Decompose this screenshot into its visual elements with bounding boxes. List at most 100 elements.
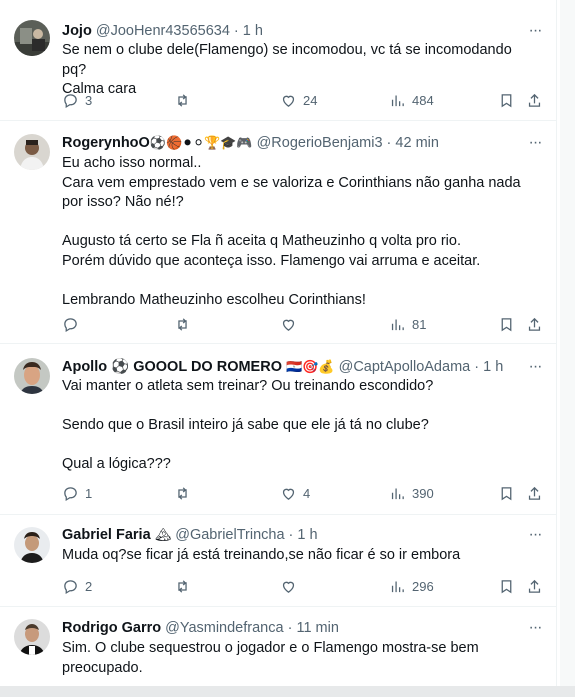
- timestamp[interactable]: 42 min: [395, 135, 439, 151]
- retweet-icon: [178, 486, 187, 500]
- timestamp[interactable]: 1 h: [483, 359, 503, 375]
- reply-count: 1: [85, 485, 93, 501]
- avatar[interactable]: [14, 134, 50, 170]
- avatar[interactable]: [14, 527, 50, 563]
- bookmark-icon: [501, 317, 512, 331]
- share-button[interactable]: [526, 576, 543, 596]
- display-name[interactable]: Rodrigo Garro: [62, 620, 161, 636]
- share-icon: [528, 317, 541, 331]
- share-icon: [528, 486, 541, 500]
- like-icon: [282, 319, 295, 331]
- tweet-jojo[interactable]: Jojo @JooHenr43565634 · 1 h ··· Se nem o…: [0, 0, 557, 121]
- tweet-header: Rodrigo Garro @Yasmindefranca · 11 min: [62, 618, 529, 638]
- views-icon: [391, 581, 404, 592]
- views-count: 296: [412, 578, 434, 594]
- avatar[interactable]: [14, 358, 50, 394]
- timestamp[interactable]: 1 h: [297, 527, 317, 543]
- user-handle[interactable]: @CaptApolloAdama: [339, 359, 471, 375]
- reply-button[interactable]: 3: [62, 90, 92, 110]
- like-button[interactable]: 4: [280, 483, 310, 503]
- views-icon: [391, 319, 404, 330]
- user-handle[interactable]: @JooHenr43565634: [96, 23, 230, 39]
- retweet-icon: [178, 317, 187, 331]
- user-handle[interactable]: @GabrielTrincha: [175, 527, 284, 543]
- tweet-text: Vai manter o atleta sem treinar? Ou trei…: [62, 378, 434, 472]
- name-emojis: ⚽🏀⚫⚪🏆🎓🎮: [149, 135, 253, 150]
- reply-icon: [64, 579, 77, 594]
- retweet-icon: [178, 93, 187, 107]
- tweet-apollo[interactable]: Apollo ⚽ GOOOL DO ROMERO 🇵🇾🎯💰 @CaptApoll…: [0, 344, 557, 515]
- avatar[interactable]: [14, 619, 50, 655]
- bookmark-icon: [501, 579, 512, 593]
- reply-thread: Jojo @JooHenr43565634 · 1 h ··· Se nem o…: [0, 0, 557, 697]
- reply-button[interactable]: 2: [62, 576, 92, 596]
- like-button[interactable]: 24: [280, 90, 317, 110]
- tweet-text: Eu acho isso normal.. Cara vem emprestad…: [62, 155, 521, 308]
- reply-icon: [64, 93, 77, 108]
- tweet-rogerynhoo[interactable]: RogerynhoO⚽🏀⚫⚪🏆🎓🎮 @RogerioBenjami3 · 42 …: [0, 121, 557, 344]
- tweet-actions: 3 24 484: [62, 90, 541, 110]
- timestamp[interactable]: 11 min: [296, 620, 338, 636]
- like-button[interactable]: [280, 314, 303, 334]
- timestamp[interactable]: 1 h: [243, 23, 263, 39]
- views-count: 81: [412, 316, 427, 332]
- tweet-header: Jojo @JooHenr43565634 · 1 h: [62, 21, 529, 41]
- tweet-header: RogerynhoO⚽🏀⚫⚪🏆🎓🎮 @RogerioBenjami3 · 42 …: [62, 133, 529, 153]
- like-button[interactable]: [280, 576, 303, 596]
- views-button[interactable]: 81: [389, 314, 426, 334]
- reply-count: 3: [85, 92, 93, 108]
- views-button[interactable]: 296: [389, 576, 434, 596]
- reply-button[interactable]: [62, 314, 85, 334]
- retweet-icon: [178, 579, 187, 593]
- views-button[interactable]: 390: [389, 483, 434, 503]
- scrollbar[interactable]: [560, 0, 575, 697]
- like-icon: [282, 488, 295, 500]
- bookmark-button[interactable]: [498, 576, 515, 596]
- reply-icon: [64, 317, 77, 332]
- retweet-button[interactable]: [174, 90, 197, 110]
- share-button[interactable]: [526, 90, 543, 110]
- tweet-text: Sim. O clube sequestrou o jogador e o Fl…: [62, 640, 479, 676]
- retweet-button[interactable]: [174, 576, 197, 596]
- tweet-rodrigo-garro[interactable]: Rodrigo Garro @Yasmindefranca · 11 min ·…: [0, 607, 557, 686]
- tweet-actions: 1 4 390: [62, 483, 541, 503]
- share-button[interactable]: [526, 483, 543, 503]
- bookmark-button[interactable]: [498, 90, 515, 110]
- user-handle[interactable]: @Yasmindefranca: [165, 620, 283, 636]
- retweet-button[interactable]: [174, 483, 197, 503]
- views-icon: [391, 95, 404, 106]
- bookmark-icon: [501, 93, 512, 107]
- display-name[interactable]: Jojo: [62, 23, 92, 39]
- share-icon: [528, 93, 541, 107]
- more-icon[interactable]: ···: [525, 525, 545, 545]
- separator-dot: ·: [233, 23, 239, 39]
- display-name[interactable]: Gabriel Faria: [62, 527, 151, 543]
- tweet-text: Muda oq?se ficar já está treinando,se nã…: [62, 547, 461, 563]
- views-count: 484: [412, 92, 434, 108]
- more-icon[interactable]: ···: [525, 21, 545, 41]
- more-icon[interactable]: ···: [525, 618, 545, 638]
- bottom-divider: [0, 686, 575, 697]
- like-count: 24: [303, 92, 318, 108]
- separator-dot: ·: [386, 135, 392, 151]
- display-name[interactable]: Apollo ⚽ GOOOL DO ROMERO: [62, 359, 282, 375]
- views-icon: [391, 488, 404, 499]
- tweet-gabriel-faria[interactable]: Gabriel Faria 🏔 @GabrielTrincha · 1 h ··…: [0, 515, 557, 607]
- bookmark-button[interactable]: [498, 483, 515, 503]
- reply-count: 2: [85, 578, 93, 594]
- reply-icon: [64, 486, 77, 501]
- views-button[interactable]: 484: [389, 90, 434, 110]
- share-button[interactable]: [526, 314, 543, 334]
- like-icon: [282, 581, 295, 593]
- reply-button[interactable]: 1: [62, 483, 92, 503]
- share-icon: [528, 579, 541, 593]
- more-icon[interactable]: ···: [525, 133, 545, 153]
- avatar[interactable]: [14, 20, 50, 56]
- display-name[interactable]: RogerynhoO: [62, 135, 150, 151]
- retweet-button[interactable]: [174, 314, 197, 334]
- bookmark-button[interactable]: [498, 314, 515, 334]
- like-icon: [282, 95, 295, 107]
- user-handle[interactable]: @RogerioBenjami3: [257, 135, 383, 151]
- more-icon[interactable]: ···: [525, 357, 545, 377]
- bookmark-icon: [501, 486, 512, 500]
